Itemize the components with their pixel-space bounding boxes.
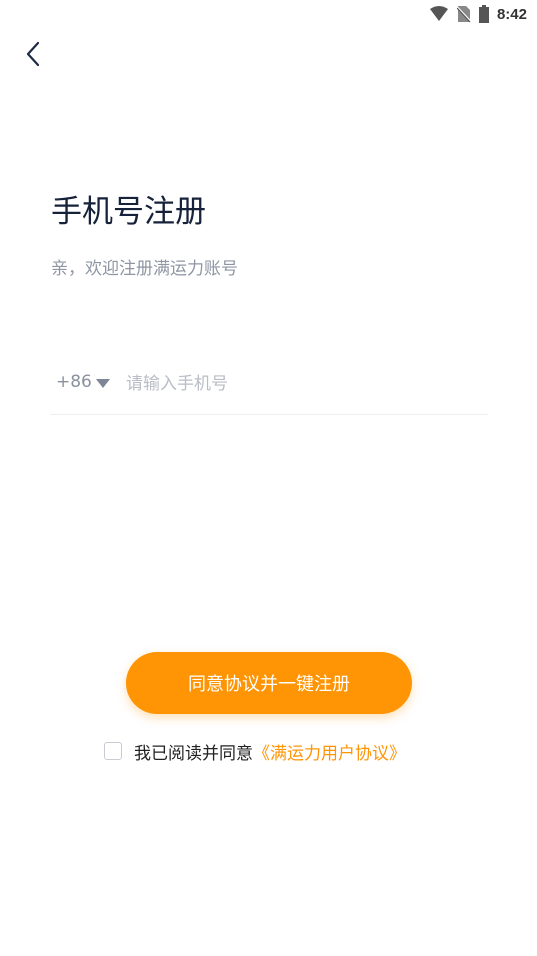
agreement-text: 我已阅读并同意 xyxy=(134,743,253,764)
caret-down-icon[interactable] xyxy=(96,379,110,389)
page-title: 手机号注册 xyxy=(51,194,206,230)
phone-number-input[interactable] xyxy=(124,368,478,400)
agreement-checkbox[interactable] xyxy=(104,742,122,760)
page-subtitle: 亲，欢迎注册满运力账号 xyxy=(51,259,238,279)
country-code-selector[interactable]: +86 xyxy=(56,372,92,392)
battery-icon xyxy=(478,5,489,23)
status-time: 8:42 xyxy=(496,5,527,23)
no-sim-icon xyxy=(456,6,471,23)
user-agreement-link[interactable]: 《满运力用户协议》 xyxy=(253,739,406,764)
back-arrow-icon xyxy=(26,41,40,67)
status-bar: 8:42 xyxy=(0,0,537,30)
phone-input-row: +86 xyxy=(50,360,488,415)
register-button[interactable]: 同意协议并一键注册 xyxy=(126,652,412,714)
wifi-icon xyxy=(429,6,448,21)
back-button[interactable] xyxy=(18,36,54,72)
agreement-row: 我已阅读并同意 《满运力用户协议》 xyxy=(104,738,406,764)
